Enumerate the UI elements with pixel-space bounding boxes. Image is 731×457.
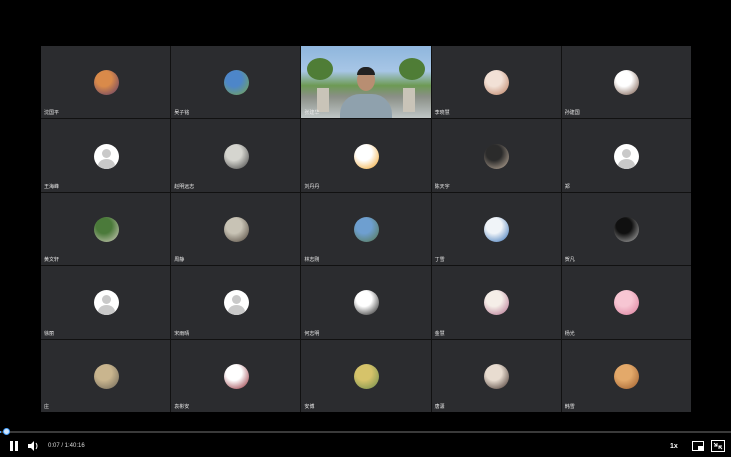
participant-name: 沈国平 bbox=[44, 110, 60, 117]
volume-button[interactable] bbox=[28, 440, 40, 452]
participant-name: 金慧 bbox=[434, 330, 445, 337]
avatar-plant-photo-icon bbox=[93, 216, 119, 242]
participant-tile[interactable]: 庄 bbox=[41, 339, 171, 412]
exit-fullscreen-button[interactable] bbox=[711, 440, 725, 452]
participant-name: 丁雪 bbox=[434, 257, 445, 264]
avatar-default-icon bbox=[614, 143, 640, 169]
participant-tile[interactable]: 何志明 bbox=[301, 266, 431, 339]
participant-tile[interactable]: 金慧 bbox=[431, 266, 561, 339]
participant-tile[interactable]: 孙建国 bbox=[561, 46, 691, 119]
participant-tile[interactable]: 安博 bbox=[301, 339, 431, 412]
participant-tile[interactable]: 王海峰 bbox=[41, 119, 171, 192]
avatar-wave-logo-icon bbox=[484, 216, 510, 242]
participant-tile[interactable]: 韩雪 bbox=[561, 339, 691, 412]
participant-name: 吴子铭 bbox=[174, 110, 190, 117]
avatar-moon-photo-icon bbox=[614, 216, 640, 242]
participant-name: 郑 bbox=[564, 183, 570, 190]
participant-name: 宋雨晴 bbox=[174, 330, 190, 337]
participant-name: 黄文轩 bbox=[44, 257, 60, 264]
avatar-seal-pink-icon bbox=[484, 290, 510, 316]
progress-bar[interactable] bbox=[0, 431, 731, 433]
participant-name: 安博 bbox=[304, 404, 315, 410]
avatar-dark-photo-icon bbox=[484, 143, 510, 169]
presenter-hair bbox=[356, 67, 375, 76]
participant-tile[interactable]: 丁雪 bbox=[431, 192, 561, 266]
avatar-calligraphy-icon bbox=[223, 143, 249, 169]
participant-tile[interactable]: 吴子铭 bbox=[171, 46, 301, 119]
participant-tile[interactable]: 张建华 bbox=[301, 46, 431, 119]
participant-name: 贺凡 bbox=[564, 257, 575, 264]
participant-tile[interactable]: 唐潇 bbox=[431, 339, 561, 412]
presenter-body bbox=[339, 94, 392, 119]
participant-name: 杨光 bbox=[564, 330, 575, 337]
pause-icon bbox=[10, 441, 18, 451]
participant-name: 赵明远志 bbox=[174, 183, 195, 190]
participant-tile[interactable]: 沈国平 bbox=[41, 46, 171, 119]
playback-rate-label: 1x bbox=[670, 442, 678, 450]
pause-button[interactable] bbox=[9, 440, 19, 452]
participant-name: 王海峰 bbox=[44, 183, 60, 190]
participant-tile[interactable]: 赵明远志 bbox=[171, 119, 301, 192]
participant-tile[interactable]: 刘丹丹 bbox=[301, 119, 431, 192]
avatar-man-photo-icon bbox=[614, 70, 640, 96]
participant-tile[interactable]: 黄文轩 bbox=[41, 192, 171, 266]
playback-rate-button[interactable]: 1x bbox=[670, 440, 678, 452]
gate-pillar bbox=[402, 88, 415, 113]
avatar-woman-photo-icon bbox=[484, 70, 510, 96]
exit-fullscreen-icon bbox=[711, 440, 725, 452]
participant-name: 张建华 bbox=[304, 110, 320, 117]
participant-name: 林志刚 bbox=[304, 257, 320, 264]
participant-name: 孙建国 bbox=[564, 110, 580, 117]
avatar-default-icon bbox=[93, 290, 119, 316]
avatar-food-photo-icon bbox=[614, 363, 640, 389]
participant-tile[interactable]: 贺凡 bbox=[561, 192, 691, 266]
participant-name: 袁彬安 bbox=[174, 404, 190, 410]
avatar-group-photo-icon bbox=[353, 363, 379, 389]
avatar-cartoon-cat-icon bbox=[353, 143, 379, 169]
participant-tile[interactable]: 袁彬安 bbox=[171, 339, 301, 412]
avatar-rock-photo-icon bbox=[93, 363, 119, 389]
participant-name: 刘丹丹 bbox=[304, 183, 320, 190]
participant-name: 韩雪 bbox=[564, 404, 575, 410]
participant-tile[interactable]: 李晓慧 bbox=[431, 46, 561, 119]
picture-in-picture-icon bbox=[692, 441, 704, 451]
avatar-sketch-logo-icon bbox=[353, 290, 379, 316]
avatar-sunset-photo-icon bbox=[93, 70, 119, 96]
participant-name: 唐潇 bbox=[434, 404, 445, 410]
participant-tile[interactable]: 宋雨晴 bbox=[171, 266, 301, 339]
participant-name: 庄 bbox=[44, 404, 50, 410]
avatar-person-photo-icon bbox=[223, 216, 249, 242]
avatar-girl-photo-icon bbox=[484, 363, 510, 389]
picture-in-picture-button[interactable] bbox=[692, 440, 704, 452]
participant-name: 徐丽 bbox=[44, 330, 55, 337]
avatar-landscape-photo-icon bbox=[353, 216, 379, 242]
participant-tile[interactable]: 林志刚 bbox=[301, 192, 431, 266]
participant-tile[interactable]: 陈天宇 bbox=[431, 119, 561, 192]
gate-pillar bbox=[317, 88, 330, 113]
avatar-flower-photo-icon bbox=[614, 290, 640, 316]
participant-tile[interactable]: 周静 bbox=[171, 192, 301, 266]
scrub-handle[interactable] bbox=[3, 428, 10, 435]
participant-name: 周静 bbox=[174, 257, 185, 264]
participant-tile[interactable]: 徐丽 bbox=[41, 266, 171, 339]
tree-shape bbox=[398, 58, 425, 80]
avatar-sky-photo-icon bbox=[223, 70, 249, 96]
volume-icon bbox=[28, 441, 38, 451]
progress-fill bbox=[0, 431, 1, 433]
participant-tile[interactable]: 杨光 bbox=[561, 266, 691, 339]
presenter-video bbox=[339, 63, 392, 119]
participant-tile[interactable]: 郑 bbox=[561, 119, 691, 192]
avatar-default-icon bbox=[223, 290, 249, 316]
participant-name: 陈天宇 bbox=[434, 183, 450, 190]
participant-grid: 沈国平 吴子铭 张建华 李晓慧 孙建国王海峰 赵明远志 刘丹丹 陈天宇 郑黄文轩 周静 林志刚 丁雪 贺… bbox=[41, 46, 691, 412]
avatar-default-icon bbox=[93, 143, 119, 169]
time-display: 0:07 / 1:40:16 bbox=[48, 443, 85, 449]
tree-shape bbox=[307, 58, 334, 80]
participant-name: 何志明 bbox=[304, 330, 320, 337]
avatar-university-seal-icon bbox=[223, 363, 249, 389]
participant-name: 李晓慧 bbox=[434, 110, 450, 117]
